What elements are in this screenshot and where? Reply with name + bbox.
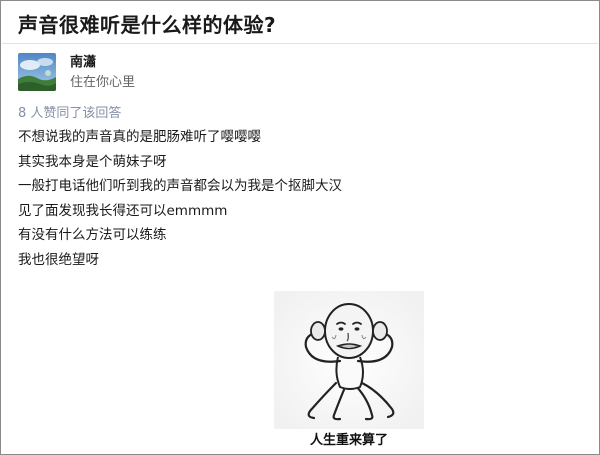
vote-count-text: 8 人赞同了该回答	[18, 106, 122, 121]
despair-meme-icon	[274, 291, 424, 429]
divider	[2, 43, 598, 44]
author-name[interactable]: 南瀟	[70, 51, 96, 70]
content-line: 一般打电话他们听到我的声音都会以为我是个抠脚大汉	[18, 178, 342, 194]
meme-image[interactable]: 人生重来算了	[274, 291, 424, 453]
content-line: 不想说我的声音真的是肥肠难听了嘤嘤嘤	[18, 129, 261, 145]
content-line: 见了面发现我长得还可以emmmm	[18, 202, 228, 219]
author-bio: 住在你心里	[70, 75, 136, 90]
avatar-image-icon	[18, 53, 56, 91]
content-line: 其实我本身是个萌妹子呀	[18, 153, 167, 170]
content-line: 我也很绝望呀	[18, 251, 99, 268]
avatar[interactable]	[18, 53, 56, 91]
content-line: 有没有什么方法可以练练	[18, 227, 167, 243]
question-title[interactable]: 声音很难听是什么样的体验?	[18, 9, 276, 38]
meme-caption: 人生重来算了	[309, 433, 388, 448]
answer-card: 声音很难听是什么样的体验? 南瀟 住在你心里 8 人赞同了该回答 不想说我的声音…	[0, 0, 600, 455]
answer-content: 不想说我的声音真的是肥肠难听了嘤嘤嘤 其实我本身是个萌妹子呀 一般打电话他们听到…	[18, 125, 578, 272]
